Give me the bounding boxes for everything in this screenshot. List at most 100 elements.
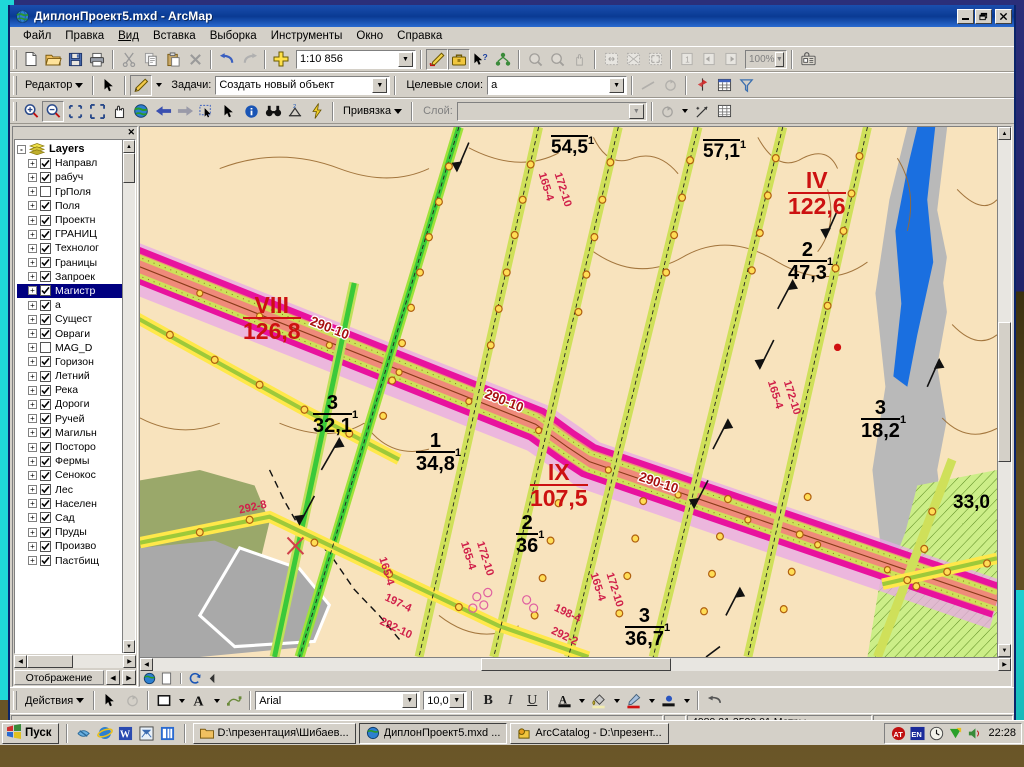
split-line-icon[interactable] — [637, 75, 659, 96]
draw-toolbar-grip[interactable] — [13, 691, 17, 710]
refresh-icon[interactable] — [188, 672, 203, 685]
expander-icon[interactable]: + — [28, 399, 37, 409]
menu-item-view[interactable]: Вид — [111, 28, 146, 44]
redo-arrow-icon[interactable] — [238, 49, 260, 70]
layer-item[interactable]: + MAG_D — [17, 341, 122, 355]
layer-item[interactable]: + Магильн — [17, 426, 122, 440]
hyperlink-lightning-icon[interactable] — [306, 101, 328, 122]
fit-width-icon[interactable] — [622, 49, 644, 70]
tab-next-button[interactable]: ▶ — [122, 670, 136, 685]
expander-icon[interactable]: + — [28, 371, 37, 381]
layer-item[interactable]: + Направл — [17, 156, 122, 170]
toc-vertical-scrollbar[interactable]: ▲ ▼ — [122, 140, 135, 653]
zoom-in-icon[interactable] — [20, 101, 42, 122]
tab-prev-button[interactable]: ◀ — [106, 670, 120, 685]
editor-toolbar-grip[interactable] — [13, 75, 17, 95]
layer-visibility-checkbox[interactable] — [40, 441, 51, 453]
layer-item[interactable]: + Запроек — [17, 270, 122, 284]
drawing-menu-button[interactable]: Действия — [20, 690, 89, 711]
nudge-icon[interactable] — [223, 690, 245, 711]
target-layer-combo[interactable]: a ▼ — [487, 75, 628, 95]
fixed-zoom-in-icon[interactable] — [64, 101, 86, 122]
layer-item[interactable]: + Границы — [17, 256, 122, 270]
layer-item[interactable]: + Технолог — [17, 241, 122, 255]
layer-item[interactable]: + Ручей — [17, 412, 122, 426]
taskbar-task[interactable]: ArcCatalog - D:\презент... — [510, 722, 669, 744]
map-scroll-left-button[interactable]: ◀ — [140, 658, 153, 671]
expander-icon[interactable]: + — [28, 428, 37, 438]
layer-item[interactable]: + рабуч — [17, 170, 122, 184]
copy-icon[interactable] — [140, 49, 162, 70]
full-extent-globe-icon[interactable] — [130, 101, 152, 122]
expander-icon[interactable]: + — [28, 215, 37, 225]
menu-item-edit[interactable]: Правка — [58, 28, 111, 44]
layer-combo[interactable]: ▼ — [456, 101, 647, 121]
font-color-dropdown[interactable] — [575, 690, 588, 711]
attributes-icon[interactable] — [691, 75, 713, 96]
layer-item[interactable]: + Сад — [17, 511, 122, 525]
taskbar-task[interactable]: ДиплонПроект5.mxd ... — [358, 722, 508, 744]
layer-visibility-checkbox[interactable] — [40, 370, 51, 382]
save-icon[interactable] — [64, 49, 86, 70]
layer-visibility-checkbox[interactable] — [40, 186, 51, 198]
next-page-icon[interactable] — [720, 49, 742, 70]
layer-item[interactable]: + Фермы — [17, 454, 122, 468]
select-arrow-icon[interactable] — [98, 75, 120, 96]
map-horizontal-scrollbar[interactable]: ◀ ▶ — [140, 657, 1011, 671]
expander-icon[interactable]: + — [28, 201, 37, 211]
word-icon[interactable]: W — [117, 724, 135, 742]
layer-visibility-checkbox[interactable] — [40, 228, 51, 240]
previous-page-icon[interactable] — [698, 49, 720, 70]
chevron-down-icon[interactable]: ▼ — [372, 77, 388, 93]
map-scale-combo[interactable]: 1:10 856 ▼ — [296, 49, 416, 69]
layer-tree[interactable]: - Layers + Направл + рабуч + ГрПоля + Поля + Прое… — [15, 140, 122, 653]
layer-item[interactable]: + Магистр — [17, 283, 122, 299]
rotate-icon[interactable] — [659, 75, 681, 96]
toolbar-grip[interactable] — [13, 49, 17, 69]
menu-item-insert[interactable]: Вставка — [146, 28, 203, 44]
expander-icon[interactable]: + — [28, 258, 37, 268]
new-text-icon[interactable]: A — [188, 690, 210, 711]
layer-visibility-checkbox[interactable] — [40, 413, 51, 425]
network-icon[interactable] — [947, 725, 963, 741]
layer-visibility-checkbox[interactable] — [40, 512, 51, 524]
map-scroll-up-button[interactable]: ▲ — [998, 127, 1011, 140]
expander-icon[interactable]: + — [28, 272, 37, 282]
expander-icon[interactable]: + — [28, 329, 37, 339]
clock-icon[interactable] — [928, 725, 944, 741]
layer-item[interactable]: + Населен — [17, 497, 122, 511]
tab-display[interactable]: Отображение — [14, 670, 104, 685]
undo-draw-icon[interactable] — [703, 690, 725, 711]
expander-icon[interactable]: + — [28, 470, 37, 480]
layer-item[interactable]: + Посторо — [17, 440, 122, 454]
map-scroll-right-button[interactable]: ▶ — [998, 658, 1011, 671]
layout-view-icon[interactable] — [159, 672, 174, 685]
task-combo[interactable]: Создать новый объект ▼ — [215, 75, 391, 95]
layer-visibility-checkbox[interactable] — [40, 214, 51, 226]
menu-item-tools[interactable]: Инструменты — [264, 28, 350, 44]
font-size-combo[interactable]: 10,0 ▼ — [423, 691, 468, 710]
layer-visibility-checkbox[interactable] — [40, 242, 51, 254]
layer-item[interactable]: + ГРАНИЦ — [17, 227, 122, 241]
layer-item[interactable]: + Летний — [17, 369, 122, 383]
expander-icon[interactable]: + — [28, 286, 37, 296]
new-document-icon[interactable] — [20, 49, 42, 70]
expander-icon[interactable]: + — [28, 158, 37, 168]
pan-hand-icon[interactable] — [108, 101, 130, 122]
fill-color-icon[interactable] — [588, 690, 610, 711]
layer-visibility-checkbox[interactable] — [40, 455, 51, 467]
taskbar-clock-label[interactable]: 22:28 — [988, 727, 1016, 739]
toolbox-icon[interactable] — [448, 48, 470, 70]
identify-info-icon[interactable] — [240, 101, 262, 122]
lang-EN-icon[interactable]: EN — [909, 725, 925, 741]
map-scroll-thumb[interactable] — [998, 322, 1011, 462]
map-scroll-track-top[interactable] — [998, 140, 1011, 322]
chevron-down-icon-2[interactable]: ▼ — [774, 51, 784, 67]
layer-visibility-checkbox[interactable] — [40, 257, 51, 269]
chevron-down-icon[interactable]: ▼ — [628, 103, 644, 119]
map-vertical-scrollbar[interactable]: ▲ ▼ — [997, 127, 1011, 657]
antivirus-icon[interactable]: AT — [890, 725, 906, 741]
layer-visibility-checkbox[interactable] — [40, 328, 51, 340]
map-h-track-right[interactable] — [670, 658, 998, 671]
select-elements-arrow-icon[interactable] — [218, 101, 240, 122]
